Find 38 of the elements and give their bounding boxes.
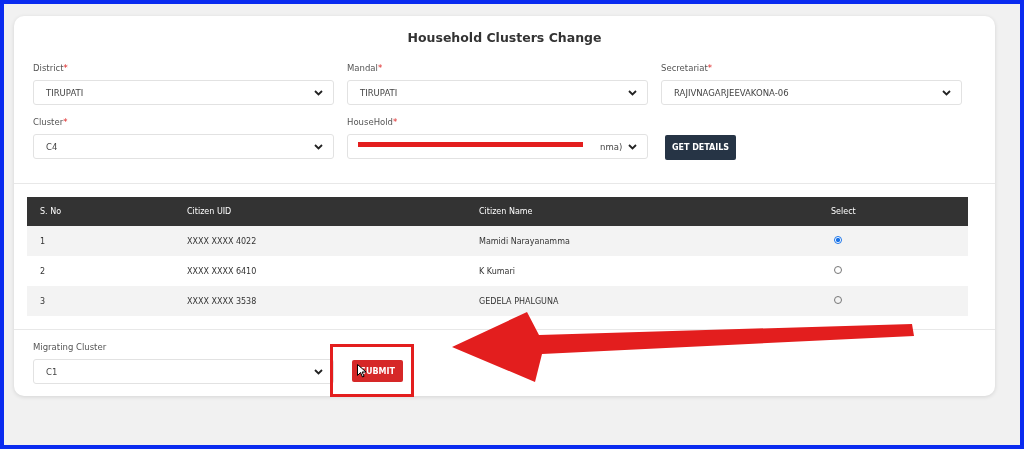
select-field[interactable]: RAJIVNAGARJEEVAKONA-06 [661, 80, 962, 105]
column-header: Select [831, 207, 856, 216]
field-label: Migrating Cluster [33, 342, 107, 352]
chevron-down-icon [628, 89, 637, 96]
select-field[interactable]: C1 [33, 359, 334, 384]
select-field[interactable]: C4 [33, 134, 334, 159]
column-header: Citizen UID [187, 207, 232, 216]
required-mark: * [377, 63, 383, 73]
chevron-down-icon [942, 89, 951, 96]
select-field[interactable]: nma) [347, 134, 648, 159]
required-mark: * [707, 63, 713, 73]
chevron-down-icon [314, 89, 323, 96]
column-header: Citizen Name [479, 207, 533, 216]
column-header: S. No [40, 207, 62, 216]
radio-button[interactable] [834, 236, 842, 244]
table-cell: XXXX XXXX 6410 [187, 266, 257, 276]
table-cell: XXXX XXXX 3538 [187, 296, 257, 306]
table-cell: K Kumari [479, 266, 515, 276]
required-mark: * [393, 117, 398, 127]
table-cell: 2 [40, 266, 46, 276]
chevron-down-icon [314, 368, 323, 375]
select-field[interactable]: TIRUPATI [347, 80, 648, 105]
field-label: HouseHold [347, 117, 393, 127]
get-details-button[interactable]: GET DETAILS [665, 135, 736, 160]
select-field[interactable]: TIRUPATI [33, 80, 334, 105]
page-title: Household Clusters Change [406, 30, 603, 45]
table-cell: XXXX XXXX 4022 [187, 236, 257, 246]
chevron-down-icon [628, 143, 637, 150]
table-cell: GEDELA PHALGUNA [479, 296, 559, 306]
table-cell: 1 [40, 236, 46, 246]
field-label: Cluster [33, 117, 64, 127]
table-cell: 3 [40, 296, 46, 306]
field-label: District [33, 63, 64, 73]
field-label: Secretariat [661, 63, 708, 73]
field-label: Mandal [347, 63, 378, 73]
required-mark: * [63, 117, 68, 127]
table-cell: Mamidi Narayanamma [479, 236, 570, 246]
chevron-down-icon [314, 143, 323, 150]
